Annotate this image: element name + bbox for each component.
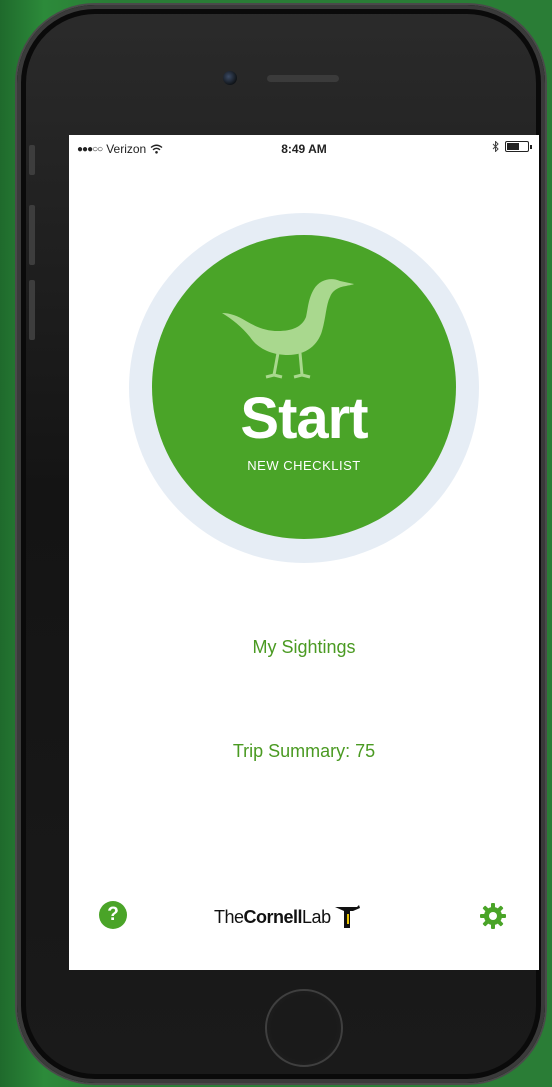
app-screen: ●●●○○ Verizon 8:49 AM Start NEW CHECKLIS… [69,135,539,970]
volume-down-button [29,280,35,340]
phone-frame: ●●●○○ Verizon 8:49 AM Start NEW CHECKLIS… [17,5,545,1083]
status-bar: ●●●○○ Verizon 8:49 AM [69,135,539,163]
help-icon[interactable]: ? [99,901,127,929]
my-sightings-link[interactable]: My Sightings [69,637,539,658]
home-button[interactable] [265,989,343,1067]
earpiece-speaker [267,75,339,82]
cornell-lab-bird-mark-icon [334,905,360,928]
gear-icon[interactable] [478,901,508,931]
front-camera [223,71,237,85]
volume-up-button [29,205,35,265]
new-checklist-label: NEW CHECKLIST [247,458,361,473]
trip-summary-link[interactable]: Trip Summary: 75 [69,741,539,762]
start-label: Start [240,386,368,451]
start-new-checklist-button[interactable]: Start NEW CHECKLIST [152,235,456,539]
mute-switch [29,145,35,175]
bird-icon [222,279,354,379]
battery-icon [505,141,532,152]
clock: 8:49 AM [281,142,327,156]
bluetooth-icon [492,141,499,152]
cornell-lab-logo: The Cornell Lab [214,903,361,931]
